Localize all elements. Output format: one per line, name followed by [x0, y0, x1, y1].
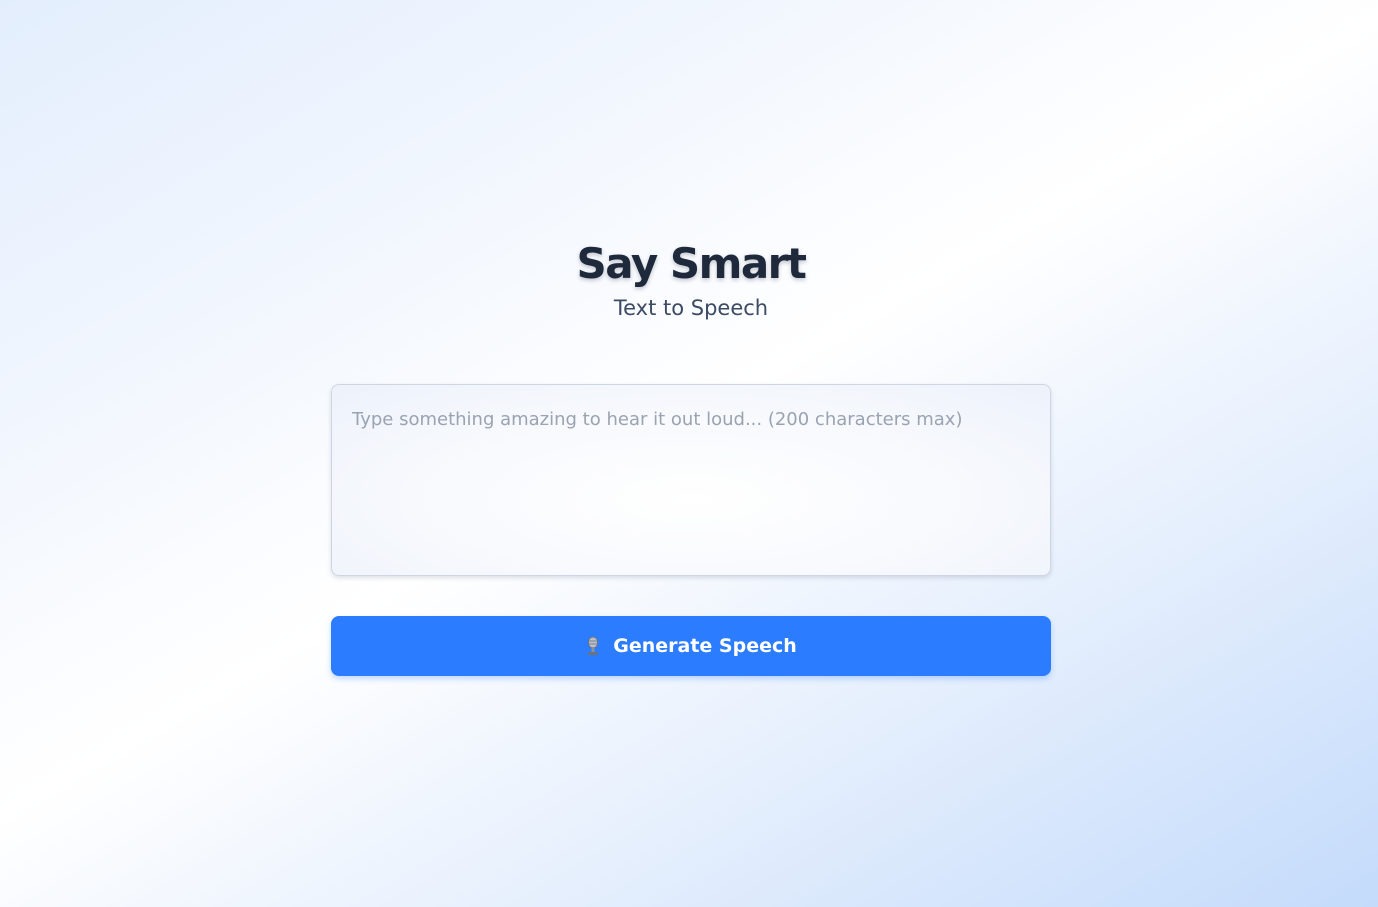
app-subtitle: Text to Speech — [613, 296, 769, 320]
tts-app: Say Smart Text to Speech Generate Speech — [331, 236, 1051, 676]
generate-speech-label: Generate Speech — [613, 635, 797, 657]
app-title: Say Smart — [576, 239, 807, 288]
microphone-icon — [585, 636, 601, 656]
text-input[interactable] — [332, 385, 1050, 575]
text-input-container — [331, 384, 1051, 576]
generate-speech-button[interactable]: Generate Speech — [331, 616, 1051, 676]
